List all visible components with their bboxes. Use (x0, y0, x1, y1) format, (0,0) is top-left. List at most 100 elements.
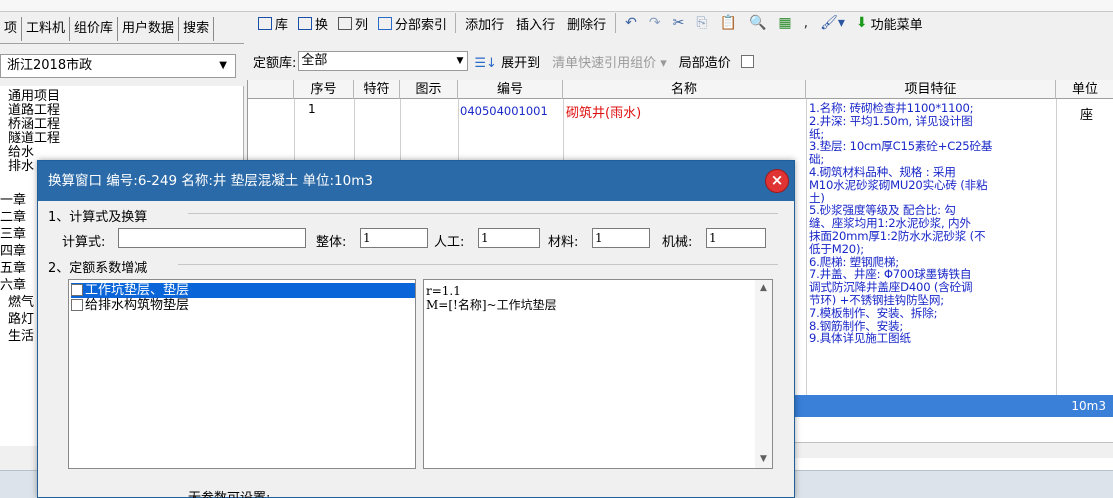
excel-icon[interactable]: ▦ (772, 15, 797, 31)
cut-icon[interactable]: ✂ (667, 15, 691, 31)
header-seq[interactable]: 序号 (294, 80, 354, 99)
expand-icon: ☰↓ (474, 55, 497, 71)
factor-label: 工作坑垫层、垫层 (85, 283, 190, 298)
columns-icon (338, 16, 353, 30)
quota-select-value: 全部 (301, 53, 328, 68)
factor-checkbox[interactable] (71, 299, 83, 311)
material-label: 材料: (548, 235, 579, 250)
vertical-scrollbar[interactable]: ▲ ▼ (755, 280, 772, 468)
tree-node[interactable]: 通用项目 (8, 90, 60, 104)
tab-search[interactable]: 搜索 (179, 16, 215, 41)
grid-line (1056, 99, 1057, 395)
function-menu-button[interactable]: ⬇ 功能菜单 (851, 10, 928, 36)
factor-label: 给排水构筑物垫层 (85, 298, 190, 313)
header-diagram[interactable]: 图示 (400, 80, 458, 99)
chevron-down-icon: ▼ (456, 56, 464, 66)
quota-select[interactable]: 全部 ▼ (298, 51, 469, 71)
factor-list: 工作坑垫层、垫层 给排水构筑物垫层 (68, 279, 416, 469)
left-tab-bar: 项 工料机 组价库 用户数据 搜索 (0, 14, 244, 44)
tree-node[interactable]: 桥涵工程 (8, 118, 60, 132)
tree-node[interactable]: 生活 (8, 330, 34, 344)
tab-materials[interactable]: 工料机 (22, 16, 71, 41)
group-divider (188, 213, 778, 214)
tab-pricing-lib[interactable]: 组价库 (70, 16, 119, 41)
tree-node[interactable]: 六章 (0, 279, 26, 293)
scroll-down-icon[interactable]: ▼ (755, 451, 772, 468)
section-calc-title: 1、计算式及换算 (48, 206, 152, 225)
whole-label: 整体: (316, 235, 347, 250)
header-name[interactable]: 名称 (563, 80, 806, 99)
calc-input[interactable] (118, 228, 306, 248)
tree-node[interactable]: 三章 (0, 228, 26, 242)
comma-icon[interactable]: , (798, 15, 814, 31)
find-icon[interactable]: 🔍 (743, 15, 772, 31)
row-name[interactable]: 砌筑井(雨水) (566, 102, 641, 121)
undo-icon[interactable]: ↶ (619, 15, 643, 31)
material-input[interactable]: 1 (592, 228, 650, 248)
tree-node[interactable]: 隧道工程 (8, 132, 60, 146)
paint-icon[interactable]: 🖌▾ (814, 15, 851, 31)
paste-icon[interactable]: 📋 (714, 15, 743, 31)
no-param-label: 无参数可设置: (188, 487, 270, 498)
filter-bar: 定额库: 全部 ▼ ☰↓ 展开到 清单快速引用组价 ▾ 局部造价 (253, 48, 1113, 74)
tree-node[interactable]: 二章 (0, 211, 26, 225)
local-cost-checkbox[interactable] (740, 54, 754, 68)
formula-text: r=1.1 M=[!名称]~工作坑垫层 (426, 284, 557, 312)
list-icon (378, 16, 393, 30)
tree-node[interactable]: 四章 (0, 245, 26, 259)
app-window: 项 工料机 组价库 用户数据 搜索 浙江2018市政 ▼ 通用项目 道路工程 桥… (0, 0, 1113, 498)
dialog-title: 换算窗口 编号:6-249 名称:井 垫层混凝土 单位:10m3 (38, 161, 794, 201)
expand-to-button[interactable]: ☰↓ 展开到 (468, 52, 546, 71)
delete-row-button[interactable]: 删除行 (561, 10, 612, 36)
tab-user-data[interactable]: 用户数据 (118, 16, 180, 41)
row-code[interactable]: 040504001001 (460, 104, 548, 118)
factor-item[interactable]: 给排水构筑物垫层 (71, 298, 415, 313)
library-select[interactable]: 浙江2018市政 ▼ (0, 54, 236, 78)
grid-header: 序号 特符 图示 编号 名称 项目特征 单位 (248, 80, 1113, 99)
section-index-label: 分部索引 (395, 17, 448, 33)
row-seq[interactable]: 1 (308, 102, 316, 116)
tree-node[interactable]: 道路工程 (8, 104, 60, 118)
clear-reference-label: 清单快速引用组价 (552, 55, 657, 71)
formula-box[interactable]: r=1.1 M=[!名称]~工作坑垫层 ▲ ▼ (423, 279, 773, 469)
labor-input[interactable]: 1 (478, 228, 540, 248)
calc-label: 计算式: (62, 235, 106, 250)
arrow-down-icon: ⬇ (855, 15, 868, 31)
add-row-button[interactable]: 添加行 (459, 10, 510, 36)
local-cost-label: 局部造价 (678, 55, 731, 71)
tree-node[interactable]: 一章 (0, 194, 26, 208)
row-unit[interactable]: 座 (1080, 104, 1093, 123)
group-divider (178, 264, 778, 265)
selected-row-unit: 10m3 (1071, 399, 1106, 413)
clear-reference-button[interactable]: 清单快速引用组价 ▾ (546, 52, 673, 71)
insert-row-button[interactable]: 插入行 (510, 10, 561, 36)
tab-item[interactable]: 项 (0, 16, 23, 41)
column-label: 列 (355, 17, 369, 33)
factor-checkbox[interactable] (71, 284, 83, 296)
factor-item[interactable]: 工作坑垫层、垫层 (71, 283, 415, 298)
header-code[interactable]: 编号 (458, 80, 563, 99)
column-button[interactable]: 列 (333, 10, 373, 36)
tree-node[interactable]: 燃气 (8, 296, 34, 310)
quota-label: 定额库: (253, 55, 297, 71)
header-unit[interactable]: 单位 (1056, 80, 1113, 99)
scroll-up-icon[interactable]: ▲ (755, 280, 772, 297)
tree-node[interactable]: 五章 (0, 262, 26, 276)
header-feature[interactable]: 项目特征 (806, 80, 1056, 99)
machine-input[interactable]: 1 (706, 228, 766, 248)
whole-input[interactable]: 1 (360, 228, 428, 248)
copy-icon[interactable]: ⎘ (690, 15, 713, 31)
tree-node[interactable]: 路灯 (8, 313, 34, 327)
grid-line (806, 99, 807, 395)
toolbar-divider (455, 13, 457, 33)
section-index-button[interactable]: 分部索引 (373, 10, 452, 36)
header-special[interactable]: 特符 (354, 80, 400, 99)
redo-icon[interactable]: ↷ (643, 15, 667, 31)
tree-node[interactable]: 给水 (8, 146, 34, 160)
labor-label: 人工: (434, 235, 465, 250)
row-feature[interactable]: 1.名称: 砖砌检查井1100*1100; 2.井深: 平均1.50m, 详见设… (809, 102, 1049, 345)
swap-button[interactable]: 换 (293, 10, 333, 36)
tree-node[interactable]: 排水 (8, 160, 34, 174)
close-button[interactable]: × (765, 169, 789, 193)
library-button[interactable]: 库 (253, 10, 293, 36)
